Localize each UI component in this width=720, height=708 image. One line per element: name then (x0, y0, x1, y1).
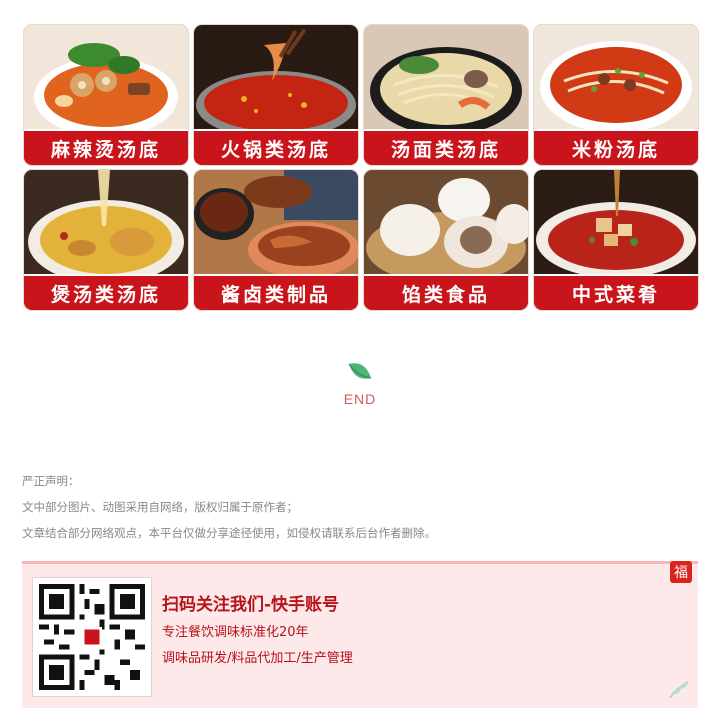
follow-title: 扫码关注我们-快手账号 (162, 595, 340, 615)
braised-meat-photo (194, 170, 358, 274)
category-tile-braised-meat[interactable]: 酱卤类制品 (194, 170, 358, 310)
category-label-band: 麻辣烫汤底 (24, 129, 188, 165)
copyright-statement: 严正声明： 文中部分图片、动图采用自网络，版权归属于原作者； 文章结合部分网络观… (22, 468, 682, 546)
category-grid: 麻辣烫汤底 火锅类汤底 汤面类汤底 米粉汤底 煲汤类汤底 酱卤类制品 馅类食品 … (24, 25, 698, 310)
category-label: 米粉汤底 (571, 138, 660, 161)
end-marker: END (0, 360, 720, 407)
category-label: 酱卤类制品 (220, 283, 331, 306)
statement-heading: 严正声明： (22, 474, 80, 488)
category-tile-stew-soup[interactable]: 煲汤类汤底 (24, 170, 188, 310)
category-label: 煲汤类汤底 (50, 283, 161, 306)
category-label: 汤面类汤底 (390, 138, 501, 161)
category-label-band: 酱卤类制品 (194, 274, 358, 310)
category-label-band: 馅类食品 (364, 274, 528, 310)
hotpot-photo (194, 25, 358, 129)
statement-line: 文章结合部分网络观点，本平台仅做分享途径使用，如侵权请联系后台作者删除。 (22, 526, 436, 540)
category-label: 麻辣烫汤底 (50, 138, 161, 161)
follow-line-1: 专注餐饮调味标准化20年 (162, 625, 309, 640)
category-label: 火锅类汤底 (220, 138, 331, 161)
category-tile-rice-noodle[interactable]: 米粉汤底 (534, 25, 698, 165)
follow-card: 福 扫码关注我们-快手账号 专注餐饮调味标准化20年 调味品研发/料品代加工/生… (22, 561, 698, 708)
statement-line: 文中部分图片、动图采用自网络，版权归属于原作者； (22, 500, 298, 514)
category-label: 中式菜肴 (571, 283, 660, 306)
seal-icon: 福 (670, 561, 692, 583)
category-tile-chinese-dish[interactable]: 中式菜肴 (534, 170, 698, 310)
category-label-band: 米粉汤底 (534, 129, 698, 165)
category-label-band: 中式菜肴 (534, 274, 698, 310)
stew-soup-photo (24, 170, 188, 274)
follow-line-2: 调味品研发/料品代加工/生产管理 (162, 651, 353, 666)
category-tile-malatang[interactable]: 麻辣烫汤底 (24, 25, 188, 165)
category-tile-hotpot[interactable]: 火锅类汤底 (194, 25, 358, 165)
category-label-band: 煲汤类汤底 (24, 274, 188, 310)
category-label-band: 汤面类汤底 (364, 129, 528, 165)
sprig-icon (666, 678, 692, 702)
rice-noodle-photo (534, 25, 698, 129)
buns-photo (364, 170, 528, 274)
noodle-soup-photo (364, 25, 528, 129)
chinese-dish-photo (534, 170, 698, 274)
qr-code-icon (39, 584, 145, 690)
category-label: 馅类食品 (401, 283, 490, 306)
leaf-icon (347, 360, 373, 384)
category-tile-noodle-soup[interactable]: 汤面类汤底 (364, 25, 528, 165)
malatang-photo (24, 25, 188, 129)
end-text: END (343, 391, 377, 407)
qr-code[interactable] (32, 577, 152, 697)
category-tile-buns[interactable]: 馅类食品 (364, 170, 528, 310)
category-label-band: 火锅类汤底 (194, 129, 358, 165)
